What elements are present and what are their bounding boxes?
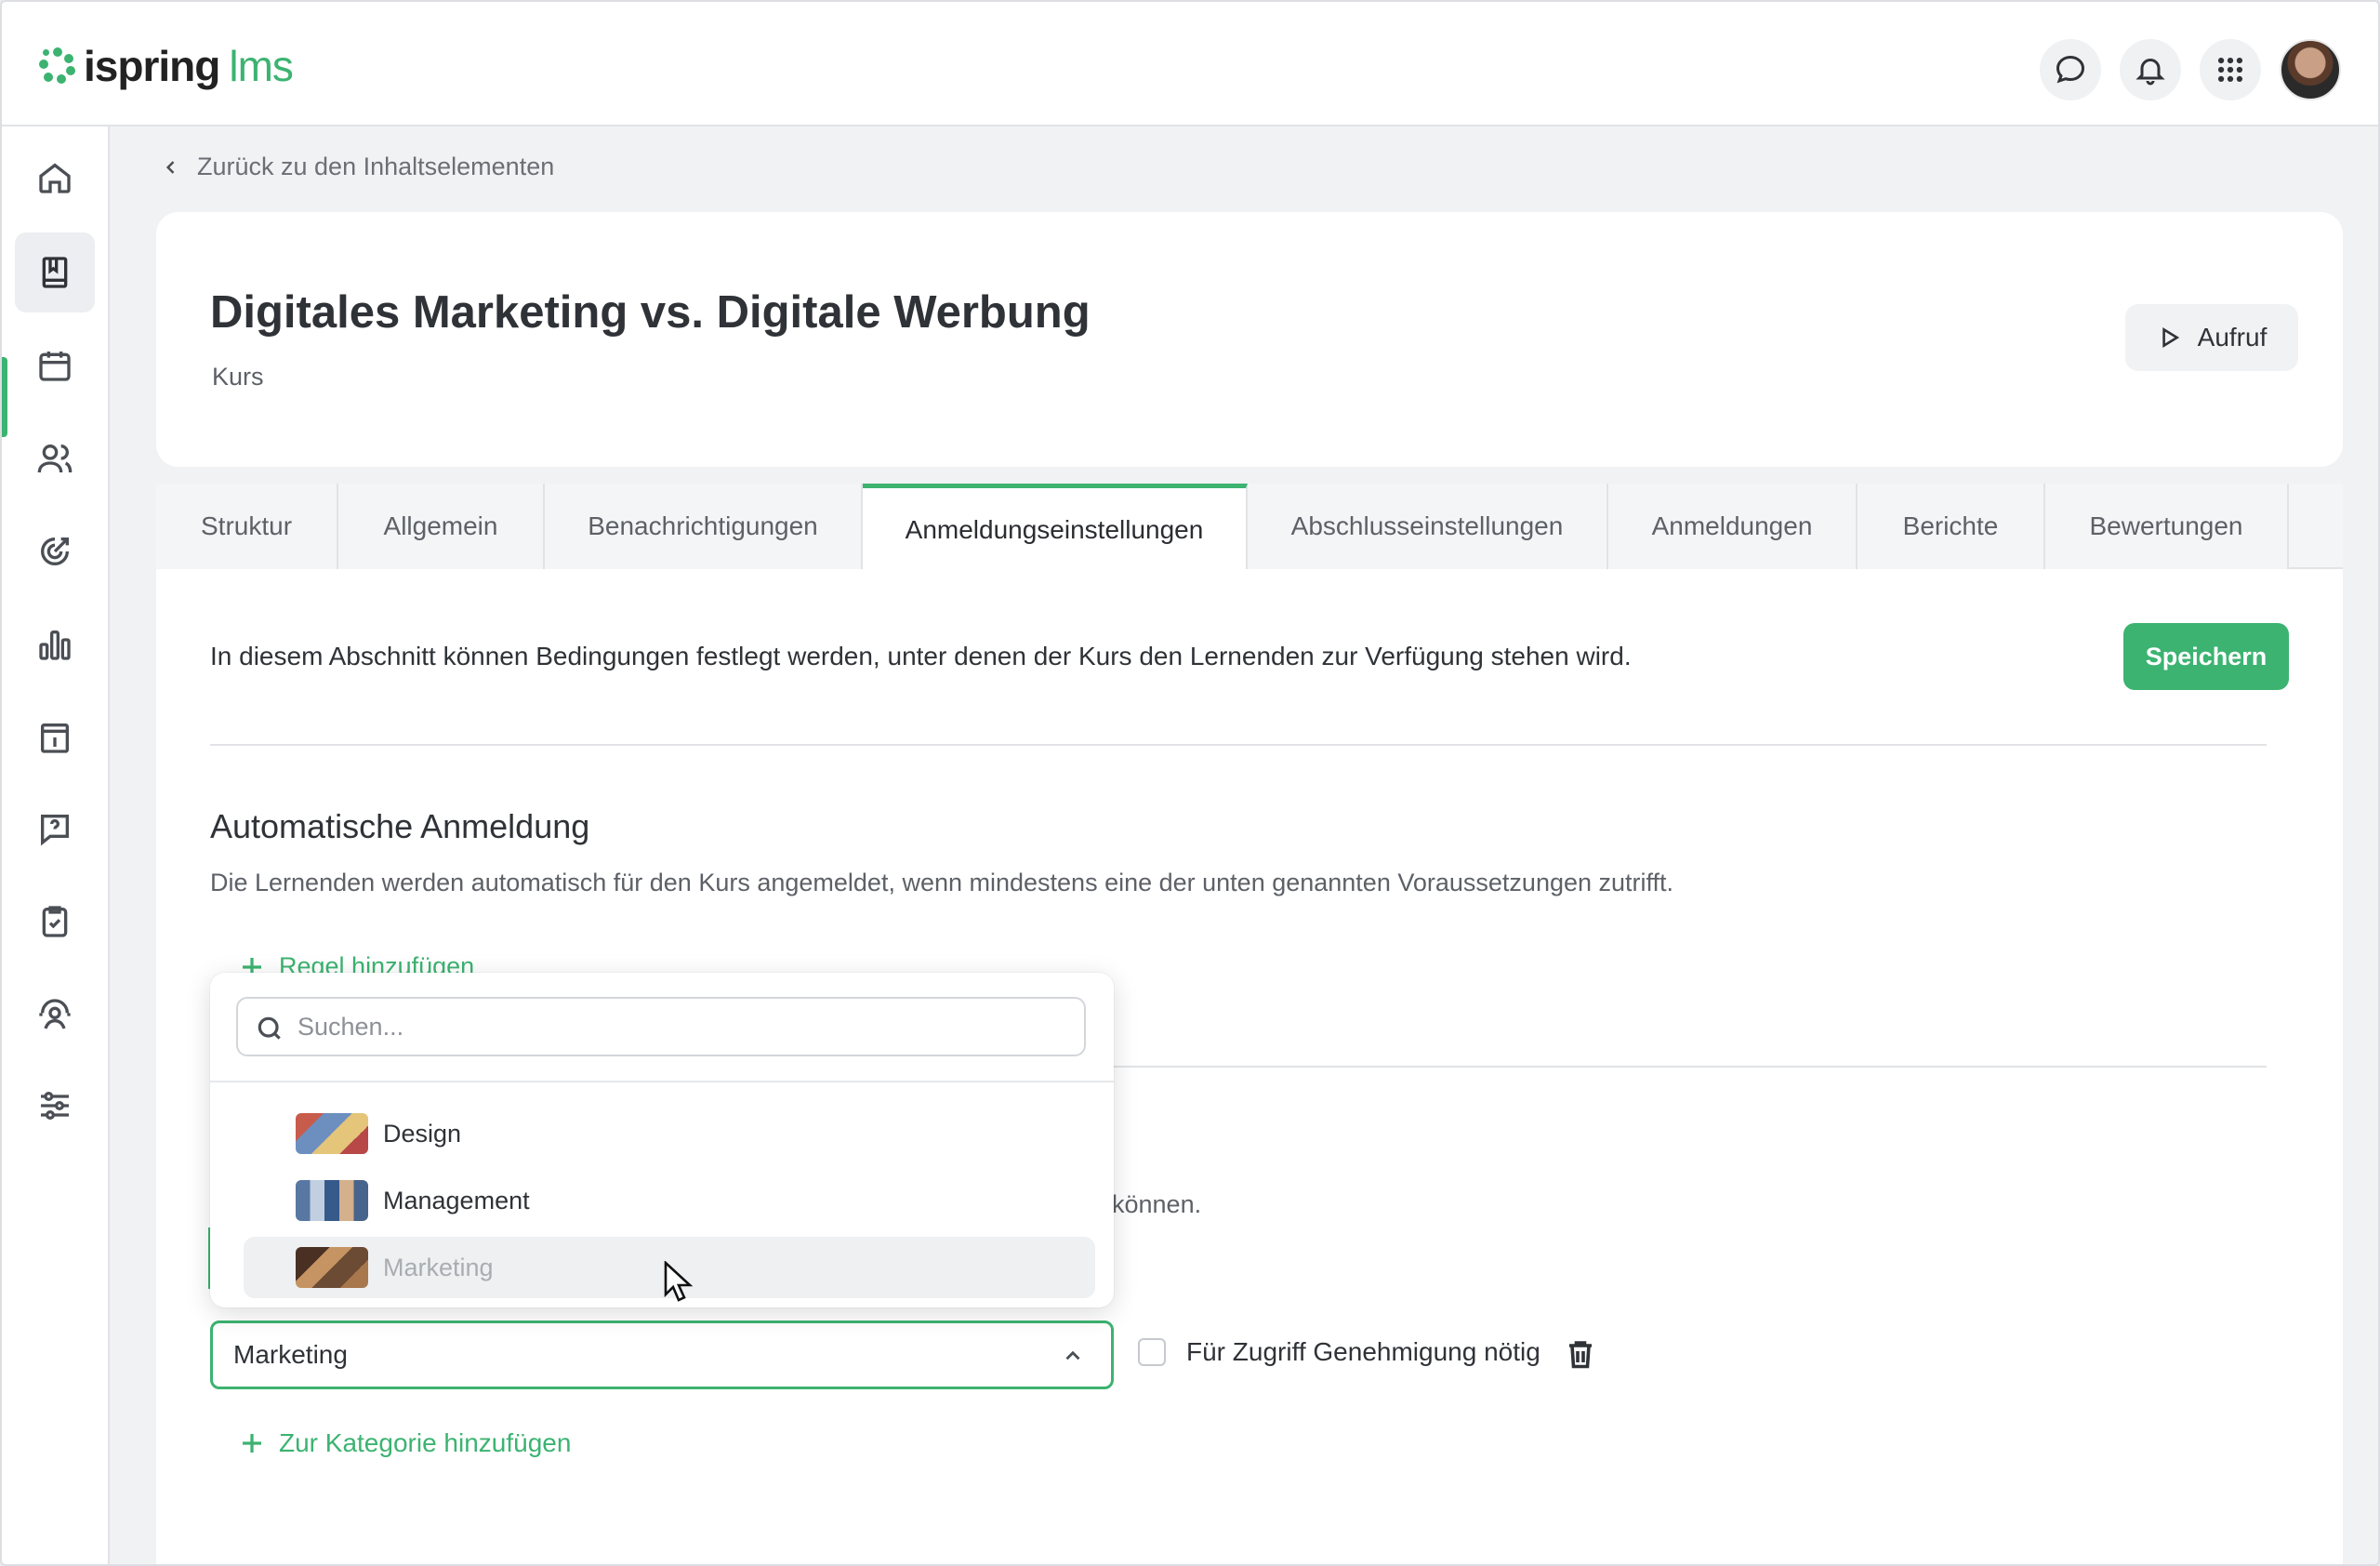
sidebar-item-questions[interactable] [15, 789, 95, 869]
category-select-value: Marketing [233, 1340, 348, 1369]
logo-brand-text: ispring [84, 42, 220, 90]
tab-allgemein[interactable]: Allgemein [338, 484, 545, 569]
category-dropdown: Suchen... Design Management Marketing [210, 973, 1114, 1307]
dropdown-search-input[interactable]: Suchen... [236, 997, 1086, 1056]
bell-icon [2135, 59, 2165, 86]
search-placeholder: Suchen... [298, 1012, 404, 1041]
intro-text: In diesem Abschnitt können Bedingungen f… [210, 642, 1632, 670]
tab-anmeldungseinstellungen[interactable]: Anmeldungseinstellungen [863, 484, 1248, 571]
chat-icon [2056, 55, 2085, 84]
apps-grid-icon [2217, 57, 2243, 83]
chevron-up-icon [1065, 1350, 1080, 1360]
top-bar: ispring lms [2, 2, 2378, 126]
sidebar-item-settings[interactable] [15, 1066, 95, 1146]
home-icon [39, 163, 71, 193]
chevron-left-icon [165, 160, 175, 174]
dropdown-divider [210, 1081, 1114, 1082]
question-chat-icon [41, 815, 69, 846]
option-label: Marketing [383, 1253, 494, 1281]
sidebar-item-content[interactable] [15, 232, 95, 312]
category-thumbnail [296, 1247, 368, 1288]
dropdown-option-management[interactable]: Management [244, 1170, 1095, 1231]
support-icon [39, 999, 71, 1029]
category-select[interactable]: Marketing [210, 1320, 1114, 1389]
auto-enrollment-title: Automatische Anmeldung [210, 807, 590, 845]
category-thumbnail [296, 1113, 368, 1154]
sidebar-item-tasks[interactable] [15, 882, 95, 962]
category-thumbnail [296, 1180, 368, 1221]
sidebar-item-goals[interactable] [15, 511, 95, 591]
breadcrumb-back-link[interactable]: Zurück zu den Inhaltselementen [162, 153, 554, 181]
app-window: ispring lms Zurück zu den Inhaltselement… [0, 0, 2380, 1566]
apps-button[interactable] [2200, 39, 2261, 100]
target-icon [41, 537, 69, 565]
course-header-card: Digitales Marketing vs. Digitale Werbung… [156, 212, 2343, 467]
option-label: Management [383, 1186, 530, 1214]
info-calendar-icon [41, 723, 69, 753]
sidebar-item-events[interactable] [15, 697, 95, 777]
sidebar [2, 126, 110, 1564]
delete-button[interactable] [1564, 1337, 1597, 1375]
sidebar-active-indicator [2, 357, 7, 437]
sidebar-item-users[interactable] [15, 418, 95, 498]
book-icon [42, 257, 68, 288]
tab-berichte[interactable]: Berichte [1858, 484, 2045, 569]
mouse-cursor-icon [664, 1261, 694, 1302]
chat-button[interactable] [2040, 39, 2101, 100]
sidebar-item-calendar[interactable] [15, 325, 95, 405]
course-type: Kurs [212, 363, 264, 391]
launch-button-label: Aufruf [2197, 323, 2268, 352]
approval-option[interactable]: Für Zugriff Genehmigung nötig [1138, 1337, 1540, 1367]
launch-button[interactable]: Aufruf [2125, 304, 2298, 371]
bar-chart-icon [39, 630, 71, 660]
tab-abschlusseinstellungen[interactable]: Abschlusseinstellungen [1248, 484, 1608, 569]
plus-icon [243, 1434, 261, 1453]
divider [210, 744, 2267, 746]
option-label: Design [383, 1119, 462, 1148]
calendar-icon [39, 352, 71, 381]
course-title: Digitales Marketing vs. Digitale Werbung [210, 287, 1091, 338]
tab-anmeldungen[interactable]: Anmeldungen [1608, 484, 1858, 569]
tab-struktur[interactable]: Struktur [156, 484, 338, 569]
ispring-logo[interactable]: ispring lms [39, 42, 294, 90]
sidebar-item-support[interactable] [15, 975, 95, 1055]
clipboard-check-icon [42, 906, 68, 937]
notifications-button[interactable] [2120, 39, 2181, 100]
dropdown-option-design[interactable]: Design [244, 1103, 1095, 1164]
logo-product-text: lms [229, 42, 294, 90]
tab-bewertungen[interactable]: Bewertungen [2045, 484, 2289, 569]
sliders-icon [41, 1092, 69, 1120]
auto-enrollment-description: Die Lernenden werden automatisch für den… [210, 869, 1674, 896]
add-category-button[interactable]: Zur Kategorie hinzufügen [238, 1428, 571, 1458]
save-button[interactable]: Speichern [2123, 623, 2289, 690]
play-icon [2162, 327, 2179, 348]
user-avatar[interactable] [2280, 39, 2341, 100]
trash-icon [1569, 1341, 1592, 1369]
approval-label: Für Zugriff Genehmigung nötig [1186, 1337, 1540, 1366]
partially-hidden-text: können. [1112, 1190, 1202, 1218]
sidebar-item-reports[interactable] [15, 604, 95, 684]
logo-mark-icon [39, 47, 76, 85]
sidebar-item-home[interactable] [15, 138, 95, 218]
approval-checkbox[interactable] [1138, 1338, 1166, 1366]
tab-benachrichtigungen[interactable]: Benachrichtigungen [545, 484, 863, 569]
settings-tabs: Struktur Allgemein Benachrichtigungen An… [156, 484, 2343, 571]
add-category-label: Zur Kategorie hinzufügen [279, 1428, 572, 1457]
users-icon [37, 445, 73, 473]
search-icon [258, 1016, 281, 1040]
breadcrumb-label: Zurück zu den Inhaltselementen [197, 153, 555, 180]
